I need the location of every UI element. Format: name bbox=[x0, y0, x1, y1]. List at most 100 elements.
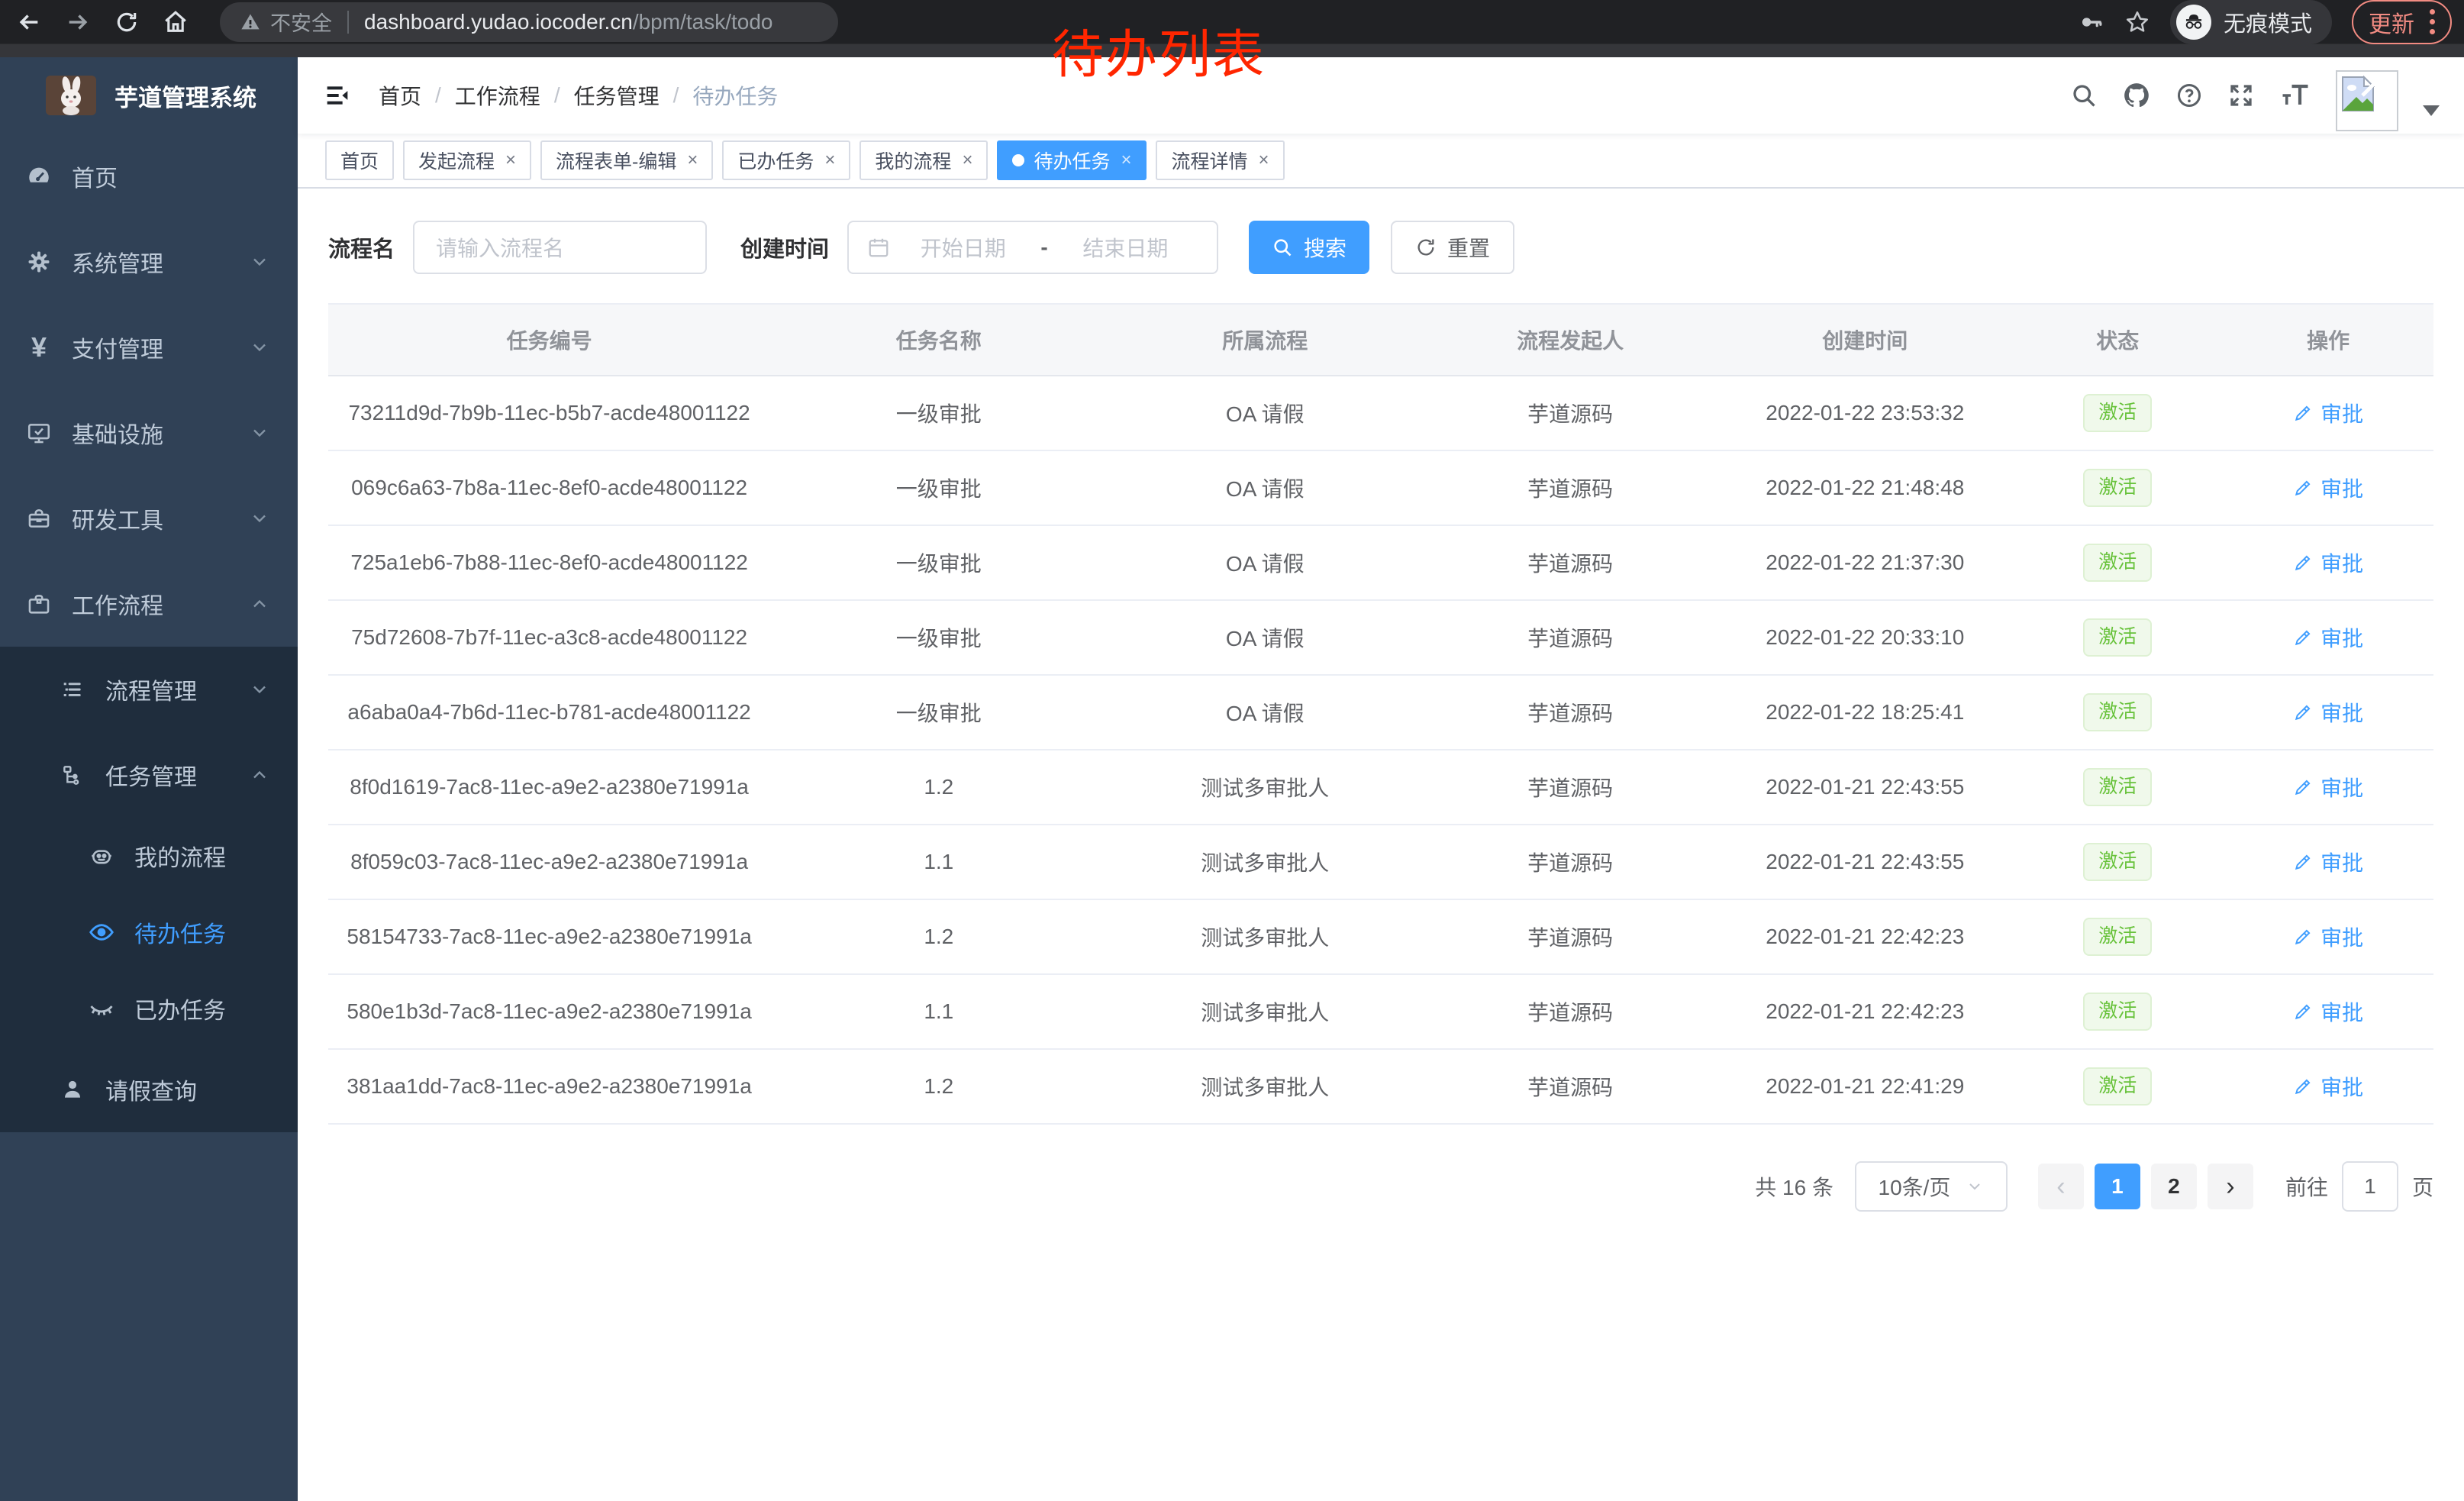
sidebar-item-dev-tools[interactable]: 研发工具 bbox=[0, 476, 298, 561]
status-badge: 激活 bbox=[2083, 768, 2152, 806]
address-bar[interactable]: 不安全 dashboard.yudao.iocoder.cn/bpm/task/… bbox=[220, 2, 838, 42]
sidebar-item-done-tasks[interactable]: 已办任务 bbox=[0, 970, 298, 1047]
workflow-submenu: 流程管理 任务管理 我的流程 待办任务 bbox=[0, 647, 298, 1132]
date-range-picker[interactable]: 开始日期 - 结束日期 bbox=[847, 221, 1218, 274]
table-row: 8f0d1619-7ac8-11ec-a9e2-a2380e71991a 1.2… bbox=[328, 750, 2433, 825]
help-icon[interactable] bbox=[2175, 82, 2203, 109]
key-icon bbox=[2079, 9, 2104, 35]
user-avatar[interactable] bbox=[2336, 70, 2398, 131]
browser-menu-icon[interactable] bbox=[2430, 9, 2435, 34]
view-tab[interactable]: 待办任务 × bbox=[997, 140, 1147, 180]
browser-home-button[interactable] bbox=[151, 2, 200, 42]
view-tab[interactable]: 发起流程 × bbox=[403, 140, 531, 180]
approve-link[interactable]: 审批 bbox=[2293, 697, 2363, 728]
prev-page-button[interactable]: ‹ bbox=[2038, 1164, 2084, 1209]
approve-link-label: 审批 bbox=[2320, 398, 2363, 428]
tab-close-icon[interactable]: × bbox=[824, 150, 835, 171]
approve-link[interactable]: 审批 bbox=[2293, 922, 2363, 952]
github-icon[interactable] bbox=[2122, 81, 2151, 110]
approve-link[interactable]: 审批 bbox=[2293, 547, 2363, 578]
browser-forward-button[interactable] bbox=[53, 2, 102, 42]
sidebar-item-payment[interactable]: ¥ 支付管理 bbox=[0, 305, 298, 390]
col-status: 状态 bbox=[2012, 304, 2223, 376]
font-size-icon[interactable] bbox=[2279, 82, 2311, 109]
app-logo bbox=[46, 76, 96, 115]
not-secure-warning-icon bbox=[240, 11, 261, 33]
person-icon bbox=[56, 1077, 89, 1102]
end-date-placeholder[interactable]: 结束日期 bbox=[1053, 232, 1198, 263]
fullscreen-icon[interactable] bbox=[2227, 82, 2255, 109]
view-tab[interactable]: 首页 bbox=[325, 140, 394, 180]
tab-label: 流程表单-编辑 bbox=[556, 147, 676, 174]
edit-pencil-icon bbox=[2293, 1002, 2313, 1022]
browser-update-button[interactable]: 更新 bbox=[2352, 0, 2452, 44]
breadcrumb-task-mgmt[interactable]: 任务管理 bbox=[574, 80, 660, 111]
start-date-placeholder[interactable]: 开始日期 bbox=[890, 232, 1036, 263]
tab-close-icon[interactable]: × bbox=[1259, 150, 1269, 171]
view-tab[interactable]: 流程详情 × bbox=[1156, 140, 1284, 180]
sidebar-item-label: 已办任务 bbox=[134, 992, 226, 1025]
bookmark-star-icon[interactable] bbox=[2124, 9, 2150, 35]
passkey-icon[interactable] bbox=[2079, 9, 2104, 35]
view-tab[interactable]: 已办任务 × bbox=[722, 140, 850, 180]
tab-close-icon[interactable]: × bbox=[962, 150, 972, 171]
tab-close-icon[interactable]: × bbox=[505, 150, 516, 171]
approve-link[interactable]: 审批 bbox=[2293, 398, 2363, 428]
app-title: 芋道管理系统 bbox=[114, 79, 256, 113]
sidebar-item-home[interactable]: 首页 bbox=[0, 134, 298, 219]
sidebar-item-my-process[interactable]: 我的流程 bbox=[0, 818, 298, 894]
col-task-id: 任务编号 bbox=[328, 304, 770, 376]
tasks-table: 任务编号 任务名称 所属流程 流程发起人 创建时间 状态 操作 73211d9d… bbox=[328, 303, 2433, 1125]
browser-back-button[interactable] bbox=[5, 2, 53, 42]
approve-link-label: 审批 bbox=[2320, 547, 2363, 578]
dashboard-icon bbox=[23, 163, 55, 189]
tab-close-icon[interactable]: × bbox=[687, 150, 698, 171]
sidebar-item-process-mgmt[interactable]: 流程管理 bbox=[0, 647, 298, 732]
approve-link-label: 审批 bbox=[2320, 996, 2363, 1027]
page-button-1[interactable]: 1 bbox=[2095, 1164, 2140, 1209]
page-size-select[interactable]: 10条/页 bbox=[1855, 1161, 2008, 1212]
approve-link[interactable]: 审批 bbox=[2293, 622, 2363, 653]
header-search-icon[interactable] bbox=[2070, 82, 2098, 109]
next-page-button[interactable]: › bbox=[2208, 1164, 2253, 1209]
sidebar-item-task-mgmt[interactable]: 任务管理 bbox=[0, 732, 298, 818]
security-label[interactable]: 不安全 bbox=[270, 7, 332, 37]
sidebar-collapse-button[interactable] bbox=[322, 80, 353, 111]
approve-link-label: 审批 bbox=[2320, 847, 2363, 877]
sidebar-item-system[interactable]: 系统管理 bbox=[0, 219, 298, 305]
view-tab[interactable]: 我的流程 × bbox=[859, 140, 988, 180]
approve-link[interactable]: 审批 bbox=[2293, 473, 2363, 503]
view-tab[interactable]: 流程表单-编辑 × bbox=[540, 140, 713, 180]
cell-task-id: 73211d9d-7b9b-11ec-b5b7-acde48001122 bbox=[328, 376, 770, 450]
sidebar-item-todo-tasks[interactable]: 待办任务 bbox=[0, 894, 298, 970]
avatar-dropdown-caret[interactable] bbox=[2423, 105, 2440, 116]
search-button[interactable]: 搜索 bbox=[1249, 221, 1369, 274]
approve-link[interactable]: 审批 bbox=[2293, 996, 2363, 1027]
cell-process: 测试多审批人 bbox=[1107, 974, 1423, 1049]
breadcrumb-workflow[interactable]: 工作流程 bbox=[455, 80, 540, 111]
cell-task-id: 8f0d1619-7ac8-11ec-a9e2-a2380e71991a bbox=[328, 750, 770, 825]
search-icon bbox=[1272, 237, 1293, 258]
pagination-total: 共 16 条 bbox=[1755, 1171, 1833, 1202]
approve-link-label: 审批 bbox=[2320, 473, 2363, 503]
cell-task-name: 1.2 bbox=[770, 1049, 1107, 1124]
approve-link[interactable]: 审批 bbox=[2293, 772, 2363, 802]
status-badge: 激活 bbox=[2083, 544, 2152, 582]
reset-button[interactable]: 重置 bbox=[1391, 221, 1514, 274]
chevron-up-icon bbox=[249, 593, 270, 615]
sidebar-item-leave-query[interactable]: 请假查询 bbox=[0, 1047, 298, 1132]
approve-link[interactable]: 审批 bbox=[2293, 847, 2363, 877]
page-button-2[interactable]: 2 bbox=[2151, 1164, 2197, 1209]
process-name-input[interactable]: 请输入流程名 bbox=[413, 221, 707, 274]
goto-page-input[interactable]: 1 bbox=[2342, 1161, 2398, 1212]
chevron-up-icon bbox=[249, 764, 270, 786]
sidebar-item-workflow[interactable]: 工作流程 bbox=[0, 561, 298, 647]
tab-close-icon[interactable]: × bbox=[1121, 150, 1131, 171]
sidebar-item-label: 系统管理 bbox=[72, 245, 163, 279]
edit-pencil-icon bbox=[2293, 1077, 2313, 1096]
breadcrumb-home[interactable]: 首页 bbox=[379, 80, 421, 111]
cell-created: 2022-01-22 21:48:48 bbox=[1717, 450, 2012, 525]
browser-reload-button[interactable] bbox=[102, 2, 151, 42]
sidebar-item-infrastructure[interactable]: 基础设施 bbox=[0, 390, 298, 476]
approve-link[interactable]: 审批 bbox=[2293, 1071, 2363, 1102]
